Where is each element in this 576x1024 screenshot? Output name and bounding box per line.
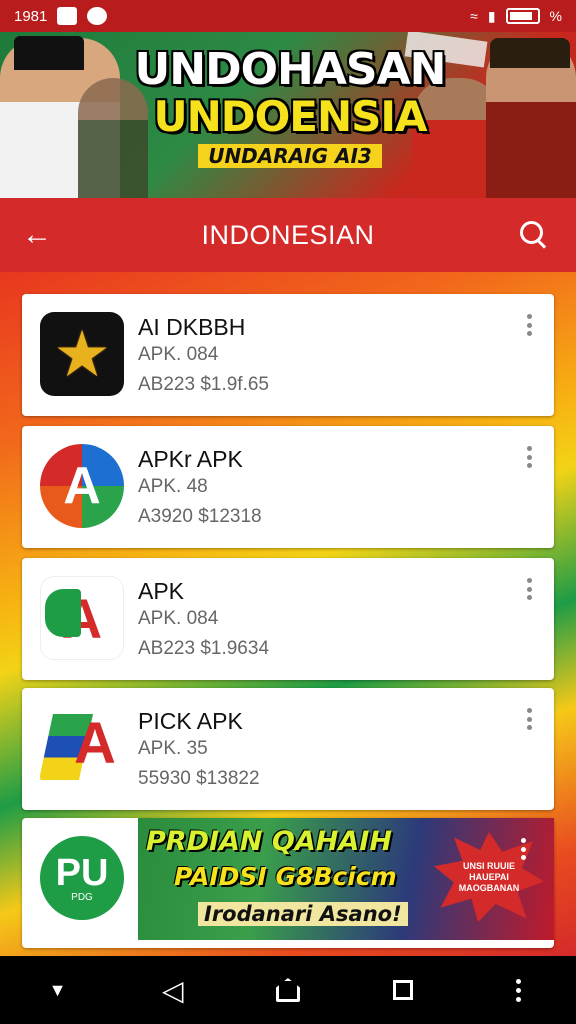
promo-line3: Irodanari Asano! [198, 902, 408, 926]
more-options-icon[interactable] [522, 310, 536, 340]
app-meta: AB223 $1.9634 [138, 638, 270, 659]
app-meta: A3920 $12318 [138, 506, 262, 527]
more-options-icon[interactable] [522, 704, 536, 734]
page-title: INDONESIAN [201, 219, 375, 250]
list-item[interactable]: A PICK APK APK. 35 55930 $13822 [22, 688, 554, 810]
star-app-icon: ★ [40, 312, 124, 396]
app-version: APK. 084 [138, 344, 219, 365]
list-item[interactable]: A APKr APK APK. 48 A3920 $12318 [22, 426, 554, 548]
recents-square-icon[interactable] [383, 970, 423, 1010]
banner-title-line2: UNDOENSIA [153, 92, 427, 141]
app-name: PICK APK [138, 708, 243, 734]
pick-apk-app-icon: A [40, 706, 124, 790]
app-version: APK. 084 [138, 608, 219, 629]
menu-dots-icon[interactable] [498, 970, 538, 1010]
notification-icon-2 [87, 7, 108, 25]
more-options-icon[interactable] [522, 574, 536, 604]
status-time: 1981 [14, 7, 48, 25]
app-version: APK. 48 [138, 476, 208, 497]
navigation-bar: ▼ ◁ [0, 956, 576, 1024]
banner-title-line1: UNDOHASAN [134, 44, 447, 95]
app-name: AI DKBBH [138, 314, 246, 340]
list-item[interactable]: A APK APK. 084 AB223 $1.9634 [22, 558, 554, 680]
app-version: APK. 35 [138, 738, 208, 759]
search-icon[interactable] [514, 215, 554, 255]
signal-icon: ▮ [487, 7, 496, 24]
status-bar: 1981 ≈ ▮ % [0, 0, 576, 32]
status-right: ≈ ▮ % [470, 8, 562, 25]
promo-line1: PRDIAN QAHAIH [146, 826, 392, 857]
apk-app-icon: A [40, 576, 124, 660]
battery-label: % [549, 8, 562, 24]
banner-title: UNDOHASAN UNDOENSIA UNDARAIG AI3 [110, 46, 470, 168]
app-bar: ← INDONESIAN [0, 198, 576, 272]
promo-banner[interactable]: PRDIAN QAHAIH PAIDSI G8Bcicm Irodanari A… [138, 818, 554, 940]
home-icon[interactable] [268, 970, 308, 1010]
status-left: 1981 [14, 7, 108, 25]
back-arrow-icon[interactable]: ← [22, 218, 62, 252]
pu-icon-text: PU [55, 851, 109, 894]
promo-card[interactable]: PU PDG PRDIAN QAHAIH PAIDSI G8Bcicm Irod… [22, 818, 554, 948]
chevron-down-icon[interactable]: ▼ [38, 970, 78, 1010]
app-name: APK [138, 578, 185, 604]
battery-icon [505, 8, 540, 24]
banner-person-right [486, 38, 576, 198]
app-list: ★ AI DKBBH APK. 084 AB223 $1.9f.65 A APK… [0, 272, 576, 956]
banner-subtitle: UNDARAIG AI3 [198, 144, 382, 168]
app-meta: AB223 $1.9f.65 [138, 374, 269, 395]
header-banner: UNDOHASAN UNDOENSIA UNDARAIG AI3 [0, 32, 576, 198]
app-name: APKr APK [138, 446, 243, 472]
notification-icon [57, 7, 78, 25]
apk-app-icon: A [40, 444, 124, 528]
wifi-icon: ≈ [470, 8, 478, 24]
promo-burst-text: UNSI RUUIE HAUEPAI MAOGBANAN [458, 860, 520, 893]
app-meta: 55930 $13822 [138, 768, 260, 789]
promo-line2: PAIDSI G8Bcicm [174, 862, 397, 891]
more-options-icon[interactable] [516, 834, 530, 864]
back-triangle-icon[interactable]: ◁ [153, 970, 193, 1010]
pu-icon-subtext: PDG [71, 891, 93, 903]
more-options-icon[interactable] [522, 442, 536, 472]
pu-app-icon: PU PDG [40, 836, 124, 920]
list-item[interactable]: ★ AI DKBBH APK. 084 AB223 $1.9f.65 [22, 294, 554, 416]
